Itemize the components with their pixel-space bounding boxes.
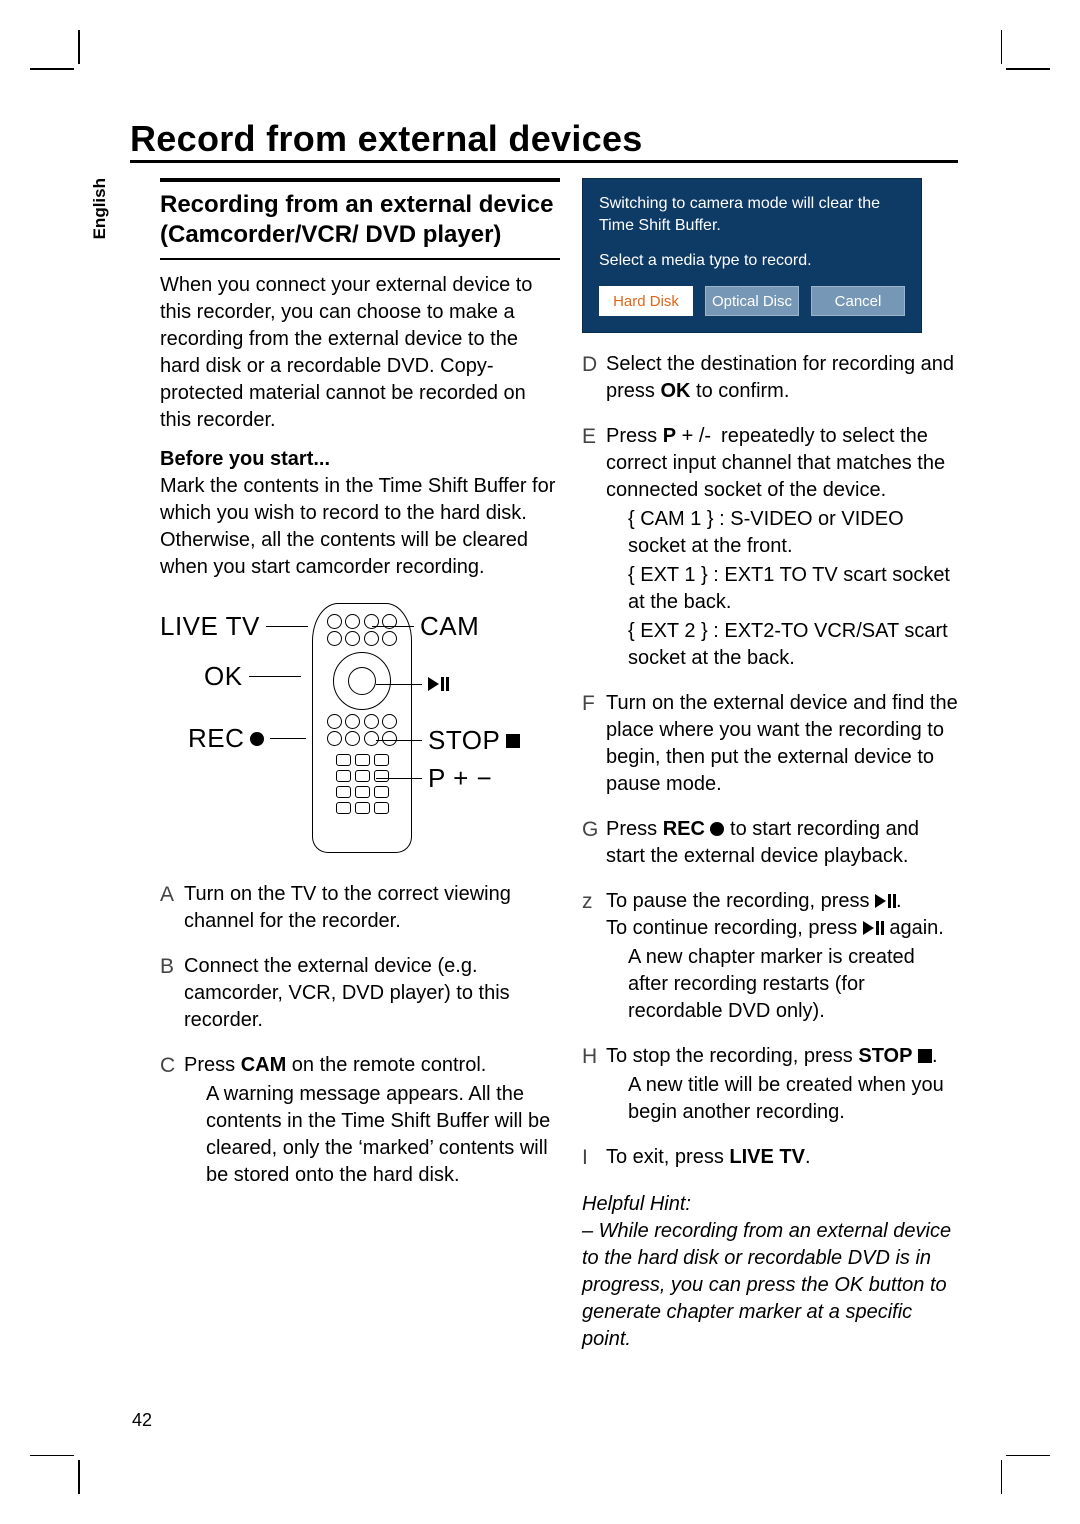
step-z-text: To pause the recording, press .To contin…: [606, 890, 944, 939]
step-H-note: A new title will be created when you beg…: [628, 1072, 958, 1126]
crop-mark: [78, 30, 80, 64]
step-I: ITo exit, press LIVE TV.: [582, 1144, 958, 1172]
step-I-text: To exit, press LIVE TV.: [606, 1146, 811, 1168]
diagram-label-livetv: LIVE TV: [160, 609, 260, 644]
crop-mark: [78, 1460, 80, 1494]
step-C: CPress CAM on the remote control. A warn…: [160, 1052, 560, 1189]
step-B-text: Connect the external device (e.g. camcor…: [184, 955, 510, 1031]
crop-mark: [30, 1455, 74, 1457]
step-z: zTo pause the recording, press .To conti…: [582, 888, 958, 1025]
diagram-label-stop: STOP: [428, 723, 500, 758]
diagram-label-cam: CAM: [420, 609, 479, 644]
media-type-dialog: Switching to camera mode will clear the …: [582, 178, 922, 333]
dialog-message: Switching to camera mode will clear the …: [599, 193, 905, 238]
play-pause-icon: [875, 894, 896, 908]
step-E-option: { CAM 1 } : S-VIDEO or VIDEO socket at t…: [628, 506, 958, 560]
crop-mark: [1001, 1460, 1003, 1494]
step-z-note: A new chapter marker is created after re…: [628, 944, 958, 1025]
step-A-text: Turn on the TV to the correct viewing ch…: [184, 883, 511, 932]
stop-icon: [918, 1049, 932, 1063]
optical-disc-button[interactable]: Optical Disc: [705, 286, 799, 316]
step-G-text: Press REC to start recording and start t…: [606, 818, 919, 867]
language-tab: English: [89, 178, 112, 239]
page-title: Record from external devices: [130, 115, 643, 164]
before-text: Mark the contents in the Time Shift Buff…: [160, 475, 555, 578]
step-F-text: Turn on the external device and find the…: [606, 692, 958, 795]
cancel-button[interactable]: Cancel: [811, 286, 905, 316]
stop-icon: [506, 734, 520, 748]
hint-text: – While recording from an external devic…: [582, 1218, 958, 1353]
step-E-option: { EXT 1 } : EXT1 TO TV scart socket at t…: [628, 562, 958, 616]
hard-disk-button[interactable]: Hard Disk: [599, 286, 693, 316]
record-icon: [250, 732, 264, 746]
crop-mark: [1006, 1455, 1050, 1457]
dialog-prompt: Select a media type to record.: [599, 250, 905, 272]
hint-title: Helpful Hint:: [582, 1191, 958, 1218]
step-E-text: Press P + /- repeatedly to select the co…: [606, 425, 945, 501]
remote-diagram: LIVE TV OK REC CAM STOP: [160, 603, 560, 863]
step-A: ATurn on the TV to the correct viewing c…: [160, 881, 560, 935]
step-D-text: Select the destination for recording and…: [606, 353, 954, 402]
intro-paragraph: When you connect your external device to…: [160, 272, 560, 434]
step-C-text: Press CAM on the remote control.: [184, 1054, 486, 1076]
crop-mark: [1001, 30, 1003, 64]
step-B: BConnect the external device (e.g. camco…: [160, 953, 560, 1034]
step-H-text: To stop the recording, press STOP .: [606, 1045, 938, 1067]
crop-mark: [1006, 68, 1050, 70]
page-number: 42: [132, 1408, 152, 1432]
remote-outline: [312, 603, 412, 853]
step-E: EPress P + /- repeatedly to select the c…: [582, 423, 958, 672]
diagram-label-ok: OK: [204, 659, 243, 694]
before-label: Before you start...: [160, 448, 330, 470]
crop-mark: [30, 68, 74, 70]
rule: [160, 178, 560, 182]
step-F: FTurn on the external device and find th…: [582, 690, 958, 798]
step-C-note: A warning message appears. All the conte…: [206, 1081, 560, 1189]
record-icon: [710, 822, 724, 836]
step-D: DSelect the destination for recording an…: [582, 351, 958, 405]
section-heading: Recording from an external device (Camco…: [160, 190, 560, 250]
step-E-option: { EXT 2 } : EXT2-TO VCR/SAT scart socket…: [628, 618, 958, 672]
diagram-label-p: P + −: [428, 761, 492, 796]
step-G: GPress REC to start recording and start …: [582, 816, 958, 870]
play-pause-icon: [428, 677, 449, 691]
title-rule: [130, 160, 958, 163]
diagram-label-rec: REC: [188, 721, 244, 756]
rule: [160, 258, 560, 260]
step-H: HTo stop the recording, press STOP . A n…: [582, 1043, 958, 1126]
play-pause-icon: [863, 921, 884, 935]
